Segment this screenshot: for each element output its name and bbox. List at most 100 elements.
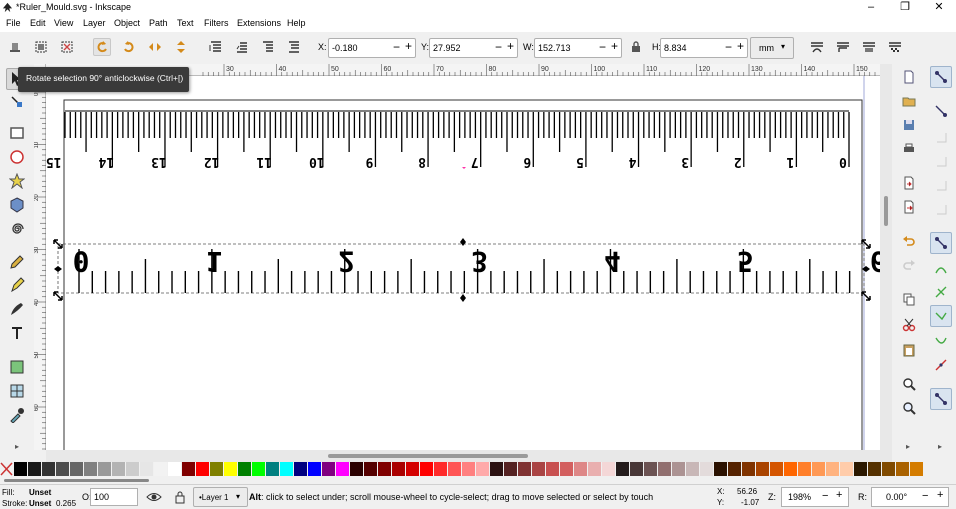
- zoom-drawing-icon[interactable]: [900, 399, 918, 417]
- color-swatch[interactable]: [644, 462, 657, 476]
- color-swatch[interactable]: [434, 462, 447, 476]
- w-decrement-button[interactable]: −: [599, 40, 606, 54]
- color-swatch[interactable]: [210, 462, 223, 476]
- flip-horizontal-icon[interactable]: [146, 38, 164, 56]
- color-swatch[interactable]: [686, 462, 699, 476]
- color-swatch[interactable]: [336, 462, 349, 476]
- select-all-icon[interactable]: [6, 38, 24, 56]
- lower-icon[interactable]: [259, 38, 277, 56]
- color-swatch[interactable]: [224, 462, 237, 476]
- color-swatch[interactable]: [868, 462, 881, 476]
- layer-selector[interactable]: •Layer 1 ▾: [193, 487, 248, 507]
- snap-smooth-nodes-icon[interactable]: [930, 330, 952, 352]
- cut-icon[interactable]: [900, 316, 918, 334]
- pencil-tool-icon[interactable]: [6, 251, 28, 273]
- color-swatch[interactable]: [504, 462, 517, 476]
- color-swatch[interactable]: [784, 462, 797, 476]
- selection-handle-n[interactable]: [460, 238, 466, 246]
- text-tool-icon[interactable]: [6, 322, 28, 344]
- menu-text[interactable]: Text: [177, 18, 194, 28]
- rotate-decrement-button[interactable]: −: [922, 490, 928, 502]
- color-swatch[interactable]: [812, 462, 825, 476]
- opacity-spinbox[interactable]: 100: [90, 488, 138, 506]
- color-swatch[interactable]: [630, 462, 643, 476]
- color-swatch[interactable]: [910, 462, 923, 476]
- stroke-value[interactable]: Unset: [29, 499, 51, 508]
- color-swatch[interactable]: [490, 462, 503, 476]
- snap-midpoints-icon[interactable]: [930, 354, 952, 376]
- dropper-tool-icon[interactable]: [6, 404, 28, 426]
- lock-proportions-icon[interactable]: [627, 38, 645, 56]
- x-increment-button[interactable]: +: [405, 39, 412, 53]
- color-swatch[interactable]: [546, 462, 559, 476]
- zoom-increment-button[interactable]: +: [836, 489, 842, 501]
- color-swatch[interactable]: [798, 462, 811, 476]
- color-swatch[interactable]: [280, 462, 293, 476]
- rotate-cw-icon[interactable]: [120, 38, 138, 56]
- print-icon[interactable]: [900, 140, 918, 158]
- color-swatch[interactable]: [728, 462, 741, 476]
- minimize-button[interactable]: –: [854, 0, 888, 16]
- color-swatch[interactable]: [378, 462, 391, 476]
- color-swatch[interactable]: [700, 462, 713, 476]
- snap-others-icon[interactable]: [930, 388, 952, 410]
- color-swatch[interactable]: [154, 462, 167, 476]
- snap-bbox-icon[interactable]: [930, 100, 952, 122]
- rotate-spinbox[interactable]: 0.00° − +: [871, 487, 949, 507]
- close-button[interactable]: ✕: [922, 0, 956, 16]
- color-swatch[interactable]: [84, 462, 97, 476]
- h-decrement-button[interactable]: −: [725, 40, 732, 54]
- color-swatch[interactable]: [238, 462, 251, 476]
- color-swatch[interactable]: [350, 462, 363, 476]
- h-value[interactable]: 8.834: [664, 43, 687, 53]
- menu-help[interactable]: Help: [287, 18, 306, 28]
- palette-scroll-thumb[interactable]: [4, 479, 149, 482]
- color-swatch[interactable]: [392, 462, 405, 476]
- opacity-value[interactable]: 100: [94, 492, 109, 502]
- color-swatch[interactable]: [294, 462, 307, 476]
- color-swatch[interactable]: [112, 462, 125, 476]
- snap-path-icon[interactable]: [930, 257, 952, 279]
- vertical-scrollbar[interactable]: [880, 64, 892, 462]
- snap-nodes-icon[interactable]: [930, 232, 952, 254]
- color-swatch[interactable]: [770, 462, 783, 476]
- open-file-icon[interactable]: [900, 92, 918, 110]
- rectangle-tool-icon[interactable]: [6, 122, 28, 144]
- lock-layer-icon[interactable]: [172, 489, 188, 505]
- flip-vertical-icon[interactable]: [172, 38, 190, 56]
- w-increment-button[interactable]: +: [611, 39, 618, 53]
- color-swatch[interactable]: [588, 462, 601, 476]
- toolbox-overflow-icon[interactable]: ▸: [15, 442, 19, 451]
- color-swatch[interactable]: [602, 462, 615, 476]
- color-swatch[interactable]: [56, 462, 69, 476]
- raise-icon[interactable]: [233, 38, 251, 56]
- menu-layer[interactable]: Layer: [83, 18, 106, 28]
- vertical-scroll-thumb[interactable]: [884, 196, 888, 226]
- y-value[interactable]: 27.952: [433, 43, 461, 53]
- zoom-value[interactable]: 198%: [788, 492, 811, 502]
- color-swatch[interactable]: [574, 462, 587, 476]
- color-swatch[interactable]: [252, 462, 265, 476]
- color-swatch[interactable]: [448, 462, 461, 476]
- undo-icon[interactable]: [900, 232, 918, 250]
- color-swatch[interactable]: [140, 462, 153, 476]
- color-swatch[interactable]: [420, 462, 433, 476]
- deselect-icon[interactable]: [58, 38, 76, 56]
- toggle-visibility-icon[interactable]: [146, 489, 162, 505]
- rotate-increment-button[interactable]: +: [937, 489, 943, 501]
- color-swatch[interactable]: [308, 462, 321, 476]
- color-swatch[interactable]: [364, 462, 377, 476]
- h-spinbox[interactable]: 8.834 − +: [660, 38, 748, 58]
- transform-patterns-icon[interactable]: [886, 38, 904, 56]
- snap-enable-icon[interactable]: [930, 66, 952, 88]
- horizontal-scrollbar[interactable]: [46, 450, 880, 462]
- color-swatch[interactable]: [742, 462, 755, 476]
- save-icon[interactable]: [900, 116, 918, 134]
- scale-corners-icon[interactable]: [834, 38, 852, 56]
- copy-icon[interactable]: [900, 290, 918, 308]
- drawing-canvas[interactable]: 01234567891011121314150123456: [46, 76, 880, 450]
- color-swatch[interactable]: [70, 462, 83, 476]
- color-swatch[interactable]: [532, 462, 545, 476]
- color-swatch[interactable]: [126, 462, 139, 476]
- snap-cusp-nodes-icon[interactable]: [930, 305, 952, 327]
